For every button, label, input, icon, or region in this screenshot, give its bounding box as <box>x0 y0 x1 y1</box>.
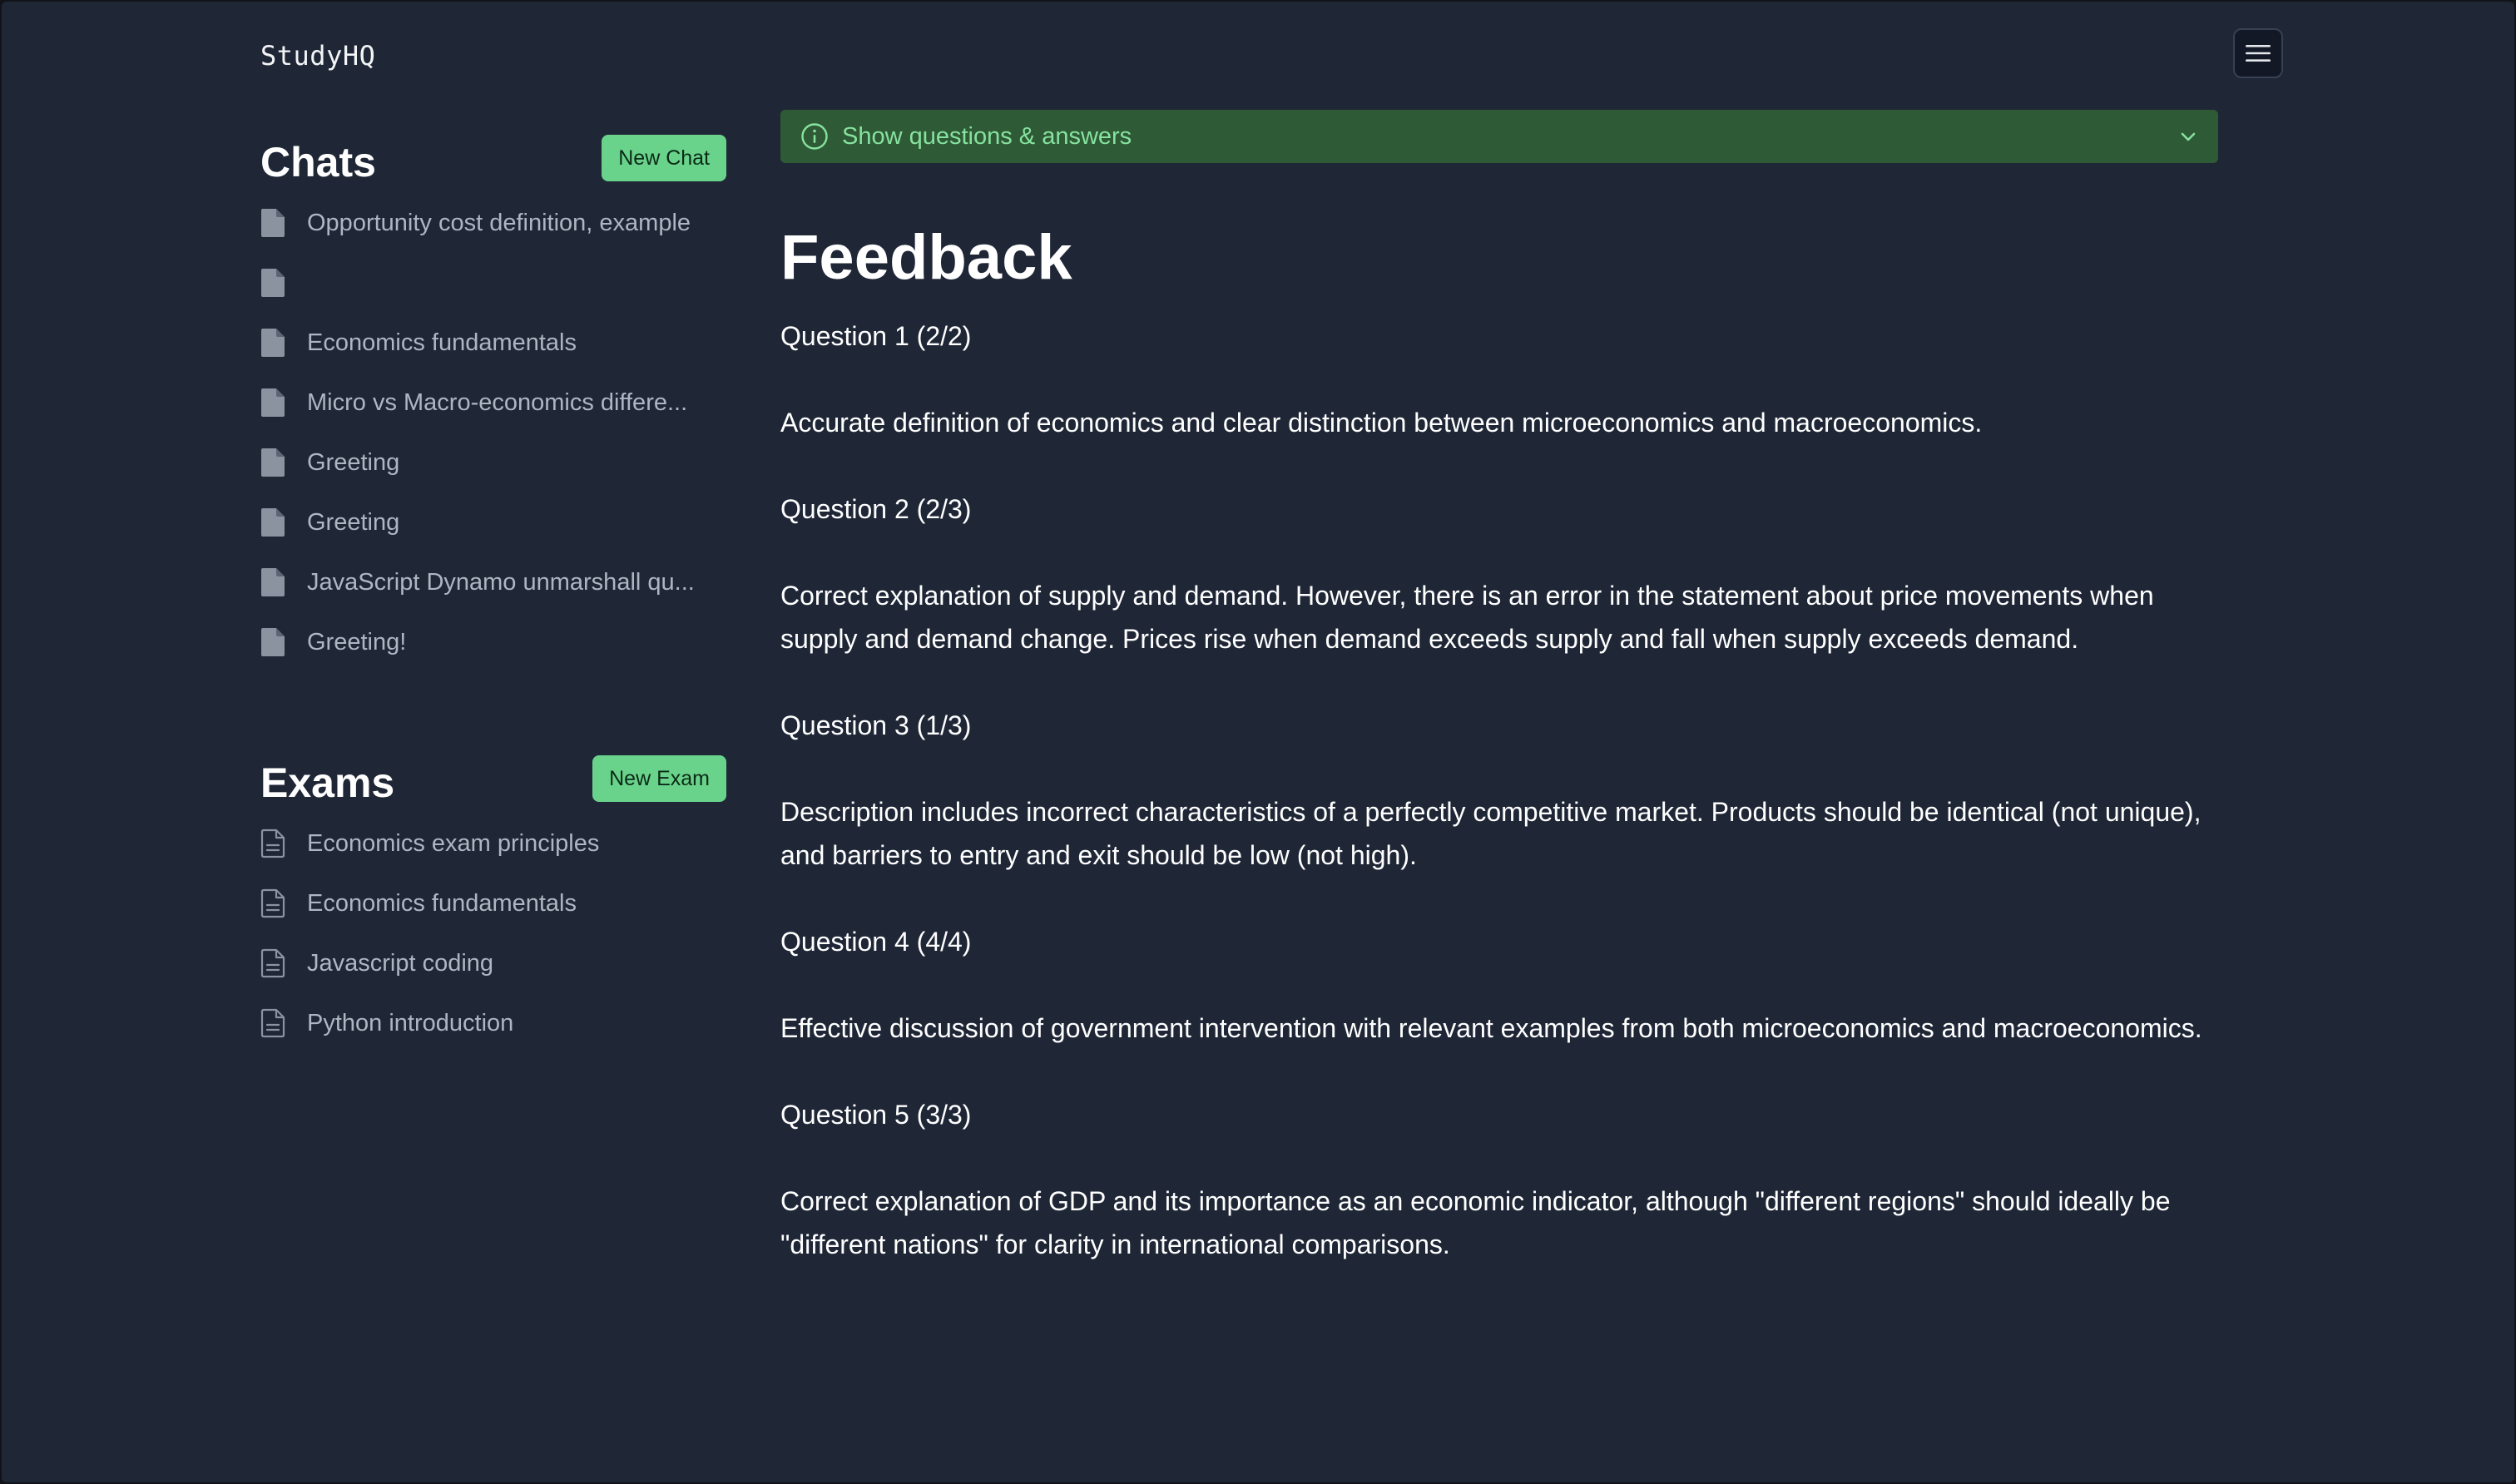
exam-item-label: Javascript coding <box>307 949 494 977</box>
chats-title: Chats <box>260 139 376 186</box>
chat-item-label: Greeting! <box>307 628 407 655</box>
feedback-list: Question 1 (2/2) Accurate definition of e… <box>780 314 2218 1266</box>
chats-section: Chats New Chat Opportunity cost definiti… <box>260 126 726 672</box>
document-outline-icon <box>260 888 307 918</box>
exam-item-label: Python introduction <box>307 1009 514 1036</box>
chat-item[interactable]: Greeting! <box>260 612 726 672</box>
hamburger-menu-icon <box>2246 45 2271 62</box>
document-icon <box>260 448 307 477</box>
chat-item[interactable]: Micro vs Macro-economics differe... <box>260 373 726 433</box>
feedback-question-text: Correct explanation of GDP and its impor… <box>780 1186 2171 1259</box>
feedback-question-text: Accurate definition of economics and cle… <box>780 408 1983 438</box>
exam-item[interactable]: Python introduction <box>260 993 726 1053</box>
document-icon <box>260 567 307 597</box>
show-qa-label: Show questions & answers <box>842 122 1132 150</box>
new-exam-button[interactable]: New Exam <box>592 755 726 802</box>
exam-list: Economics exam principles Economics funda… <box>260 814 726 1053</box>
chat-item-label: Opportunity cost definition, example <box>307 209 691 236</box>
exams-header: Exams New Exam <box>260 747 726 814</box>
feedback-question-heading: Question 3 (1/3) <box>780 710 972 740</box>
document-icon <box>260 328 307 358</box>
exam-item-label: Economics exam principles <box>307 829 600 857</box>
document-outline-icon <box>260 1008 307 1038</box>
chat-item[interactable]: Economics fundamentals <box>260 313 726 373</box>
exam-item[interactable]: Javascript coding <box>260 933 726 993</box>
chat-item[interactable]: JavaScript Dynamo unmarshall qu... <box>260 552 726 612</box>
chat-item[interactable] <box>260 253 726 313</box>
chat-item[interactable]: Opportunity cost definition, example <box>260 193 726 253</box>
feedback-question-text: Effective discussion of government inter… <box>780 1013 2202 1043</box>
sidebar: Chats New Chat Opportunity cost definiti… <box>260 126 726 1053</box>
chat-item-label: Greeting <box>307 448 400 476</box>
chats-header: Chats New Chat <box>260 126 726 193</box>
exams-section: Exams New Exam Economics exam principles… <box>260 747 726 1053</box>
document-outline-icon <box>260 829 307 858</box>
document-icon <box>260 507 307 537</box>
main-content: Show questions & answers Feedback Questi… <box>780 110 2218 1309</box>
feedback-question-text: Description includes incorrect character… <box>780 797 2202 870</box>
feedback-question-heading: Question 4 (4/4) <box>780 927 972 957</box>
chat-item-label: JavaScript Dynamo unmarshall qu... <box>307 568 695 596</box>
show-qa-toggle[interactable]: Show questions & answers <box>780 110 2218 163</box>
document-icon <box>260 627 307 657</box>
feedback-question-text: Correct explanation of supply and demand… <box>780 581 2154 654</box>
document-icon <box>260 268 307 298</box>
app-window: StudyHQ Chats New Chat Opportunity cost … <box>2 2 2514 1482</box>
feedback-question-heading: Question 5 (3/3) <box>780 1100 972 1130</box>
exams-title: Exams <box>260 759 395 806</box>
menu-button[interactable] <box>2233 28 2283 78</box>
exam-item-label: Economics fundamentals <box>307 889 577 917</box>
exam-item[interactable]: Economics fundamentals <box>260 873 726 933</box>
app-logo[interactable]: StudyHQ <box>260 40 375 72</box>
new-chat-button[interactable]: New Chat <box>602 135 726 181</box>
chat-item-label: Micro vs Macro-economics differe... <box>307 388 688 416</box>
document-icon <box>260 208 307 238</box>
document-icon <box>260 388 307 418</box>
chat-list: Opportunity cost definition, example Econ… <box>260 193 726 672</box>
page-title: Feedback <box>780 222 1072 293</box>
feedback-question-heading: Question 1 (2/2) <box>780 321 972 351</box>
chevron-down-icon <box>2181 132 2196 141</box>
document-outline-icon <box>260 948 307 978</box>
chat-item-label: Economics fundamentals <box>307 329 577 356</box>
chat-item[interactable]: Greeting <box>260 433 726 492</box>
chat-item-label: Greeting <box>307 508 400 536</box>
chat-item[interactable]: Greeting <box>260 492 726 552</box>
info-icon <box>801 123 828 150</box>
exam-item[interactable]: Economics exam principles <box>260 814 726 873</box>
feedback-question-heading: Question 2 (2/3) <box>780 494 972 524</box>
